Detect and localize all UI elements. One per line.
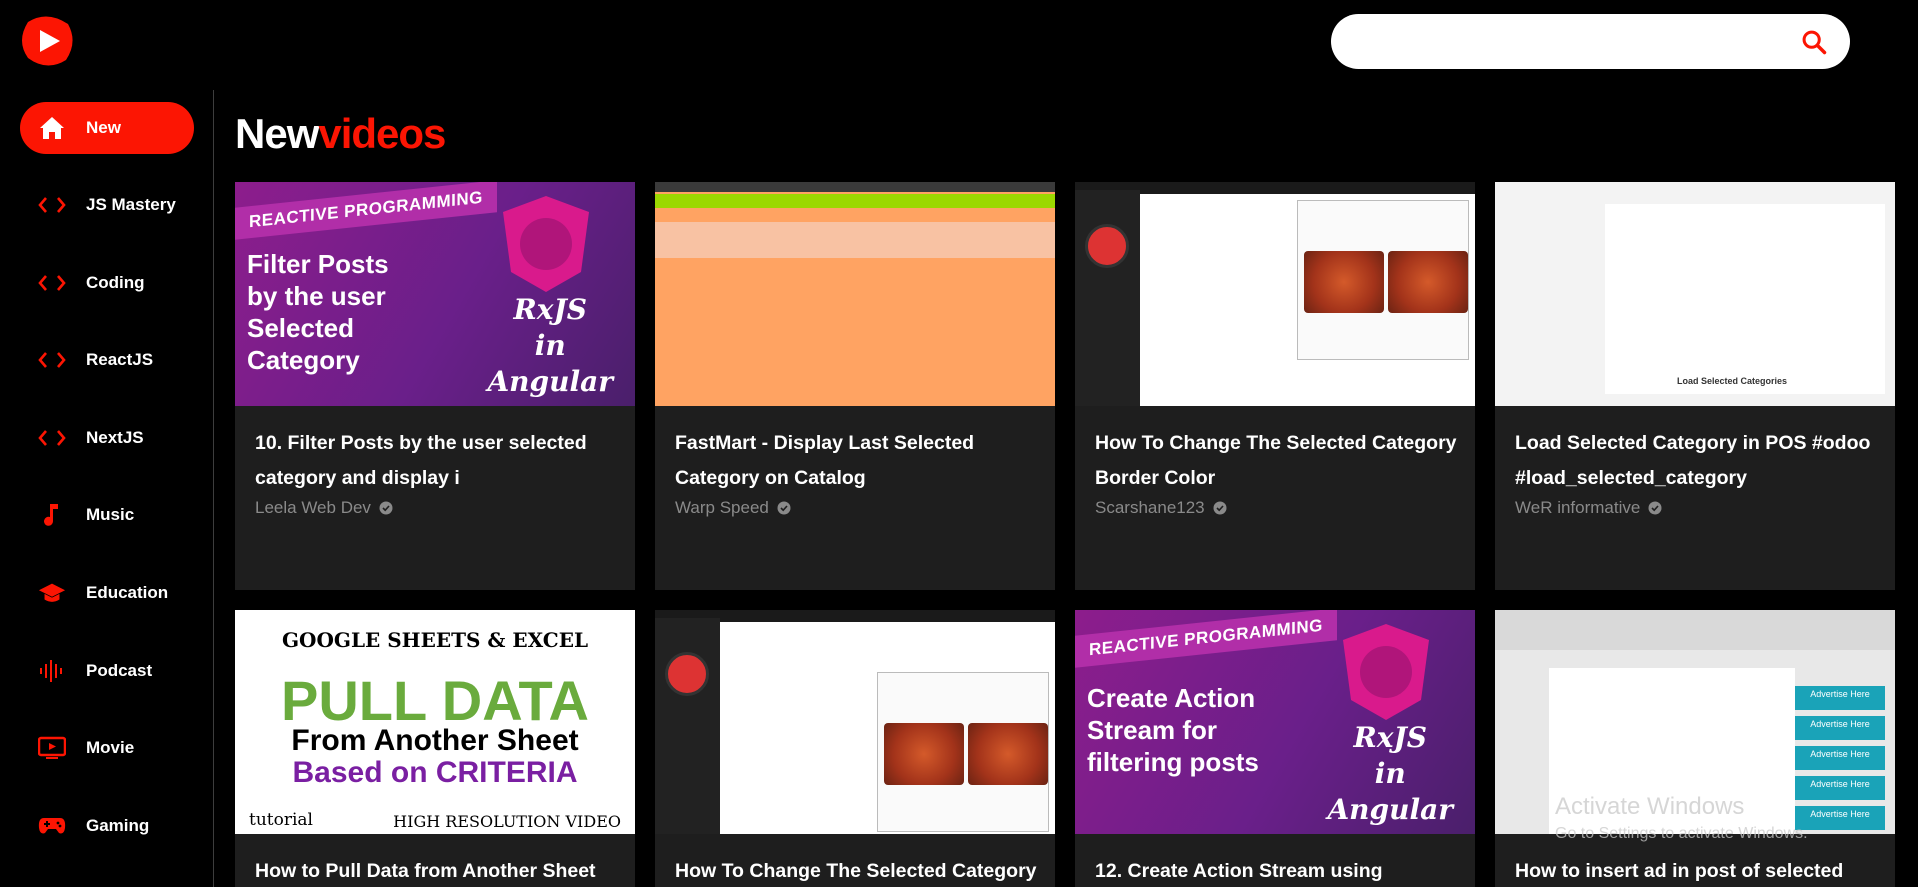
logo-icon[interactable] xyxy=(18,12,76,70)
sidebar-item-nextjs[interactable]: NextJS xyxy=(20,412,194,464)
verified-icon xyxy=(1648,501,1662,515)
video-title[interactable]: FastMart - Display Last Selected Categor… xyxy=(675,426,1045,496)
sidebar: New JS Mastery Coding ReactJS NextJS Mus… xyxy=(0,90,214,887)
video-title[interactable]: Load Selected Category in POS #odoo #loa… xyxy=(1515,426,1885,496)
video-card[interactable]: Advertise Here Advertise Here Advertise … xyxy=(1495,610,1895,887)
search-bar xyxy=(1331,14,1850,69)
tv-icon xyxy=(38,734,66,762)
sidebar-item-gaming[interactable]: Gaming xyxy=(20,800,194,852)
video-card[interactable]: FastMart - Display Last Selected Categor… xyxy=(655,182,1055,590)
sidebar-item-label: JS Mastery xyxy=(86,195,176,214)
sidebar-item-label: Podcast xyxy=(86,661,153,680)
sidebar-item-podcast[interactable]: Podcast xyxy=(20,645,194,697)
video-thumbnail[interactable]: GOOGLE SHEETS & EXCEL PULL DATA From Ano… xyxy=(235,610,635,834)
channel-name[interactable]: Leela Web Dev xyxy=(255,498,393,518)
code-icon xyxy=(38,269,66,297)
video-title[interactable]: 10. Filter Posts by the user selected ca… xyxy=(255,426,625,496)
search-input[interactable] xyxy=(1355,14,1795,69)
sidebar-item-education[interactable]: Education xyxy=(20,567,194,619)
video-thumbnail[interactable]: Load Selected Categories xyxy=(1495,182,1895,406)
sidebar-item-js-mastery[interactable]: JS Mastery xyxy=(20,179,194,231)
home-icon xyxy=(38,114,66,142)
sidebar-item-label: New xyxy=(86,118,121,137)
code-icon xyxy=(38,346,66,374)
page-title: Newvideos xyxy=(235,110,446,157)
activate-windows-watermark: Activate Windows Go to Settings to activ… xyxy=(1555,793,1808,842)
sidebar-item-label: Education xyxy=(86,583,169,602)
channel-name[interactable]: Scarshane123 xyxy=(1095,498,1227,518)
verified-icon xyxy=(1213,501,1227,515)
sidebar-item-label: Gaming xyxy=(86,816,150,835)
video-thumbnail[interactable]: REACTIVE PROGRAMMING Create Action Stream… xyxy=(1075,610,1475,834)
sidebar-item-new[interactable]: New xyxy=(20,102,194,154)
sidebar-item-music[interactable]: Music xyxy=(20,489,194,541)
video-title[interactable]: 12. Create Action Stream using xyxy=(1095,854,1465,887)
graduation-cap-icon xyxy=(38,579,66,607)
sidebar-item-label: ReactJS xyxy=(86,350,154,369)
video-card[interactable]: REACTIVE PROGRAMMING Filter Posts by the … xyxy=(235,182,635,590)
channel-name[interactable]: WeR informative xyxy=(1515,498,1662,518)
sidebar-item-movie[interactable]: Movie xyxy=(20,722,194,774)
video-card[interactable]: Load Selected Categories Load Selected C… xyxy=(1495,182,1895,590)
music-note-icon xyxy=(38,501,66,529)
sidebar-item-label: NextJS xyxy=(86,428,144,447)
gamepad-icon xyxy=(38,812,66,840)
video-title[interactable]: How to insert ad in post of selected xyxy=(1515,854,1885,887)
video-title[interactable]: How to Pull Data from Another Sheet xyxy=(255,854,625,887)
video-title[interactable]: How To Change The Selected Category Bord… xyxy=(1095,426,1465,496)
video-thumbnail[interactable] xyxy=(1075,182,1475,406)
sidebar-item-label: Movie xyxy=(86,738,135,757)
sidebar-item-reactjs[interactable]: ReactJS xyxy=(20,334,194,386)
rxjs-logo-icon xyxy=(503,196,589,292)
code-icon xyxy=(38,424,66,452)
video-card[interactable]: How To Change The Selected Category xyxy=(655,610,1055,887)
search-icon[interactable] xyxy=(1800,28,1828,56)
podcast-icon xyxy=(38,657,66,685)
video-card[interactable]: How To Change The Selected Category Bord… xyxy=(1075,182,1475,590)
channel-name[interactable]: Warp Speed xyxy=(675,498,791,518)
sidebar-item-coding[interactable]: Coding xyxy=(20,257,194,309)
sidebar-item-label: Music xyxy=(86,505,135,524)
video-thumbnail[interactable] xyxy=(655,610,1055,834)
video-card[interactable]: GOOGLE SHEETS & EXCEL PULL DATA From Ano… xyxy=(235,610,635,887)
verified-icon xyxy=(379,501,393,515)
rxjs-logo-icon xyxy=(1343,624,1429,720)
video-thumbnail[interactable]: REACTIVE PROGRAMMING Filter Posts by the … xyxy=(235,182,635,406)
verified-icon xyxy=(777,501,791,515)
sidebar-item-label: Coding xyxy=(86,273,145,292)
video-thumbnail[interactable] xyxy=(655,182,1055,406)
video-card[interactable]: REACTIVE PROGRAMMING Create Action Stream… xyxy=(1075,610,1475,887)
code-icon xyxy=(38,191,66,219)
video-title[interactable]: How To Change The Selected Category xyxy=(675,854,1045,887)
